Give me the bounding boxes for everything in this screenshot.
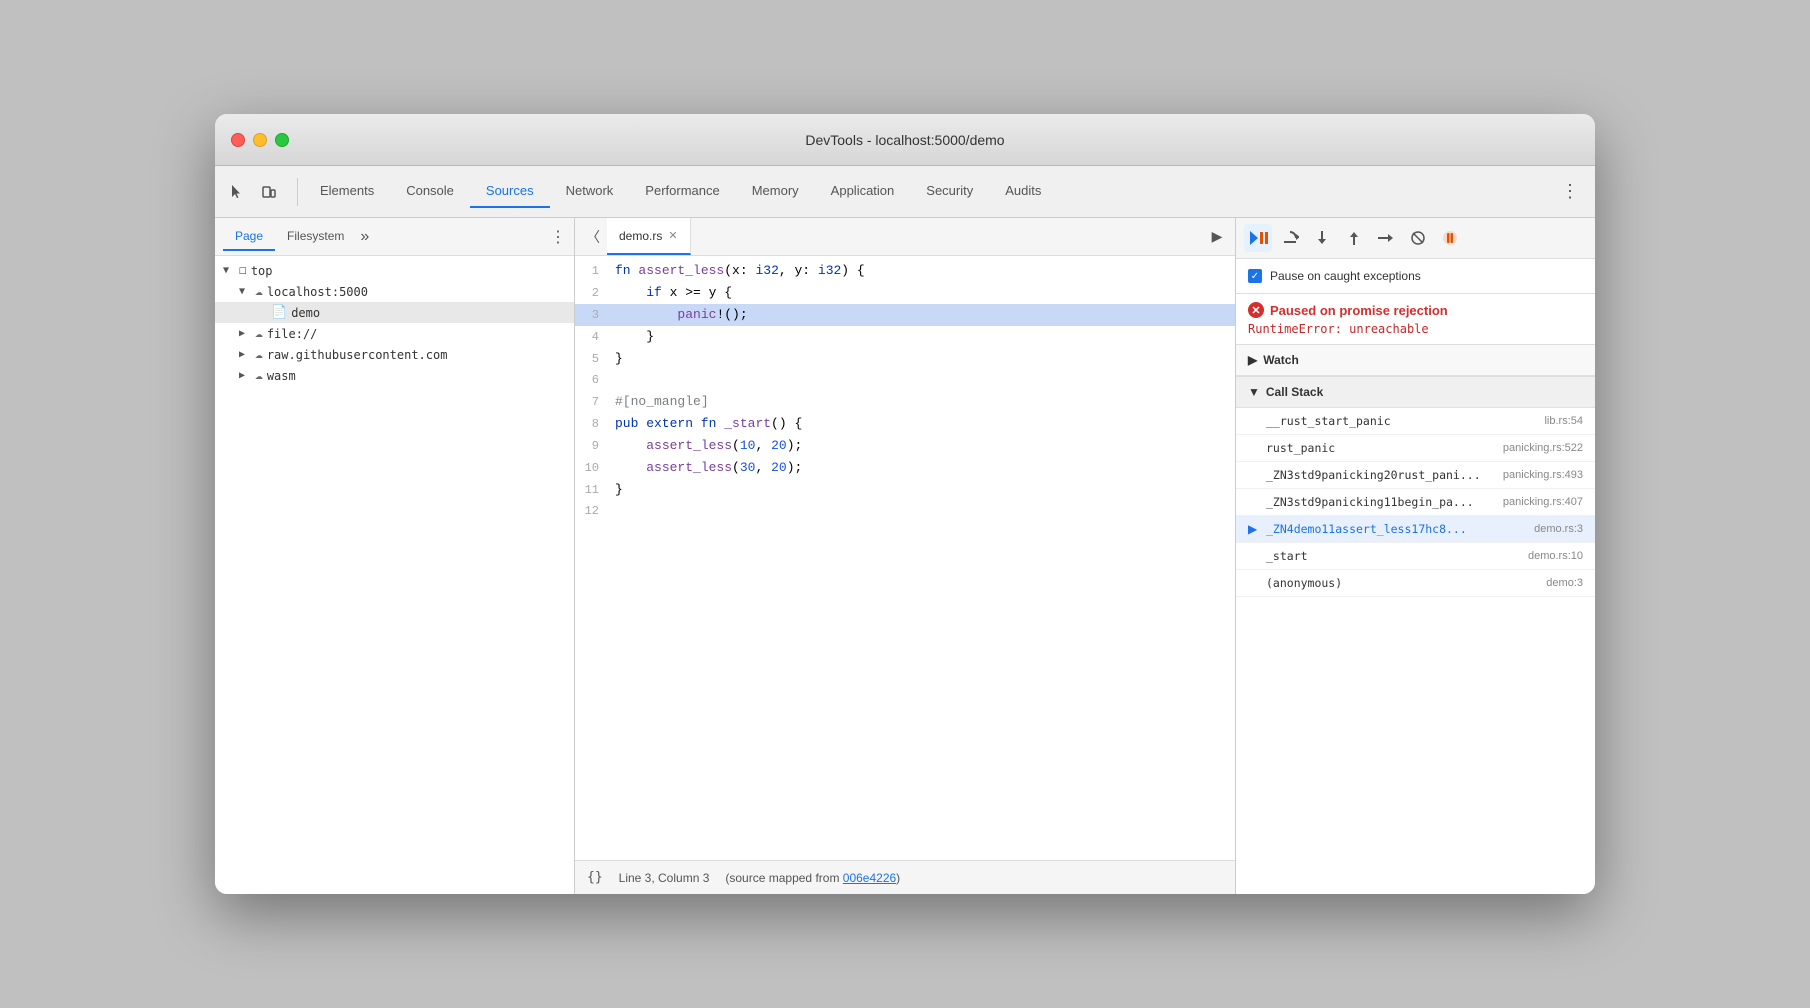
close-button[interactable] xyxy=(231,133,245,147)
traffic-lights xyxy=(231,133,289,147)
cursor-position: Line 3, Column 3 xyxy=(619,871,710,885)
debug-toolbar xyxy=(1236,218,1595,259)
panel-options[interactable]: ⋮ xyxy=(550,227,566,247)
tab-application[interactable]: Application xyxy=(815,175,911,208)
file-tree: ▼ ☐ top ▼ ☁ localhost:5000 📄 de xyxy=(215,256,574,894)
tree-item-demo[interactable]: 📄 demo xyxy=(215,302,574,323)
code-editor[interactable]: 1 fn assert_less(x: i32, y: i32) { 2 if … xyxy=(575,256,1235,860)
call-stack-list: __rust_start_panic lib.rs:54 rust_panic … xyxy=(1236,408,1595,894)
call-stack-section: ▼ Call Stack __rust_start_panic lib.rs:5… xyxy=(1236,377,1595,894)
maximize-button[interactable] xyxy=(275,133,289,147)
code-line-7: 7 #[no_mangle] xyxy=(575,391,1235,413)
code-line-5: 5 } xyxy=(575,348,1235,370)
tab-network[interactable]: Network xyxy=(550,175,630,208)
step-into-button[interactable] xyxy=(1308,224,1336,252)
tab-sources[interactable]: Sources xyxy=(470,175,550,208)
panel-tabs: Page Filesystem » ⋮ xyxy=(215,218,574,256)
code-line-9: 9 assert_less(10, 20); xyxy=(575,435,1235,457)
pause-caught-label: Pause on caught exceptions xyxy=(1270,269,1421,283)
code-line-6: 6 xyxy=(575,370,1235,390)
toolbar-icons xyxy=(223,178,283,206)
error-title-row: ✕ Paused on promise rejection xyxy=(1248,302,1583,318)
navigate-back-btn[interactable]: 〈 xyxy=(579,223,607,251)
code-line-1: 1 fn assert_less(x: i32, y: i32) { xyxy=(575,260,1235,282)
run-snippet-btn[interactable]: ▶ xyxy=(1203,223,1231,251)
source-mapped-label: (source mapped from 006e4226) xyxy=(725,871,900,885)
pause-on-exceptions-section: ✓ Pause on caught exceptions xyxy=(1236,259,1595,294)
call-stack-label: Call Stack xyxy=(1266,385,1323,399)
resume-button[interactable] xyxy=(1244,224,1272,252)
more-tabs-button[interactable]: ⋮ xyxy=(1553,181,1587,202)
call-stack-item-zn3std-panicking20[interactable]: _ZN3std9panicking20rust_pani... panickin… xyxy=(1236,462,1595,489)
editor-tab-filename: demo.rs xyxy=(619,229,662,243)
pause-caught-checkbox[interactable]: ✓ xyxy=(1248,269,1262,283)
deactivate-breakpoints-button[interactable] xyxy=(1404,224,1432,252)
call-stack-item-start[interactable]: _start demo.rs:10 xyxy=(1236,543,1595,570)
call-stack-item-zn4demo-assert-less[interactable]: ▶ _ZN4demo11assert_less17hc8... demo.rs:… xyxy=(1236,516,1595,543)
window-title: DevTools - localhost:5000/demo xyxy=(805,132,1004,148)
tab-security[interactable]: Security xyxy=(910,175,989,208)
editor-tab-demo-rs[interactable]: demo.rs ✕ xyxy=(607,218,691,255)
title-bar: DevTools - localhost:5000/demo xyxy=(215,114,1595,166)
right-panel: ✓ Pause on caught exceptions ✕ Paused on… xyxy=(1235,218,1595,894)
tab-elements[interactable]: Elements xyxy=(304,175,390,208)
tree-item-top[interactable]: ▼ ☐ top xyxy=(215,260,574,281)
step-button[interactable] xyxy=(1372,224,1400,252)
call-stack-header[interactable]: ▼ Call Stack xyxy=(1236,377,1595,408)
format-button[interactable]: {} xyxy=(587,870,603,885)
more-panel-tabs[interactable]: » xyxy=(360,228,369,246)
tab-console[interactable]: Console xyxy=(390,175,470,208)
step-over-button[interactable] xyxy=(1276,224,1304,252)
main-toolbar: Elements Console Sources Network Perform… xyxy=(215,166,1595,218)
cursor-icon[interactable] xyxy=(223,178,251,206)
call-stack-arrow: ▼ xyxy=(1248,385,1260,399)
pause-exceptions-button[interactable] xyxy=(1436,224,1464,252)
tab-memory[interactable]: Memory xyxy=(736,175,815,208)
device-toolbar-icon[interactable] xyxy=(255,178,283,206)
pause-exception-row: ✓ Pause on caught exceptions xyxy=(1248,269,1583,283)
error-icon: ✕ xyxy=(1248,302,1264,318)
devtools-window: DevTools - localhost:5000/demo Elements … xyxy=(215,114,1595,894)
main-area: Page Filesystem » ⋮ ▼ ☐ top ▼ ☁ localhos… xyxy=(215,218,1595,894)
minimize-button[interactable] xyxy=(253,133,267,147)
source-map-link[interactable]: 006e4226 xyxy=(843,871,896,885)
center-panel: 〈 demo.rs ✕ ▶ 1 fn assert_less(x: i32, y… xyxy=(575,218,1235,894)
code-line-8: 8 pub extern fn _start() { xyxy=(575,413,1235,435)
watch-section: ▶ Watch xyxy=(1236,345,1595,377)
tree-item-file[interactable]: ▶ ☁ file:// xyxy=(215,323,574,344)
code-line-3: 3 panic!(); xyxy=(575,304,1235,326)
step-out-button[interactable] xyxy=(1340,224,1368,252)
main-nav-tabs: Elements Console Sources Network Perform… xyxy=(304,175,1553,208)
tree-item-wasm[interactable]: ▶ ☁ wasm xyxy=(215,365,574,386)
tree-item-localhost[interactable]: ▼ ☁ localhost:5000 xyxy=(215,281,574,302)
call-stack-item-anonymous[interactable]: (anonymous) demo:3 xyxy=(1236,570,1595,597)
tab-filesystem[interactable]: Filesystem xyxy=(275,223,356,251)
editor-tabs: 〈 demo.rs ✕ ▶ xyxy=(575,218,1235,256)
call-stack-item-rust-panic[interactable]: rust_panic panicking.rs:522 xyxy=(1236,435,1595,462)
editor-status-bar: {} Line 3, Column 3 (source mapped from … xyxy=(575,860,1235,894)
call-stack-item-rust-start-panic[interactable]: __rust_start_panic lib.rs:54 xyxy=(1236,408,1595,435)
code-line-12: 12 xyxy=(575,501,1235,521)
watch-label: Watch xyxy=(1263,353,1299,367)
code-line-4: 4 } xyxy=(575,326,1235,348)
error-message: RuntimeError: unreachable xyxy=(1248,318,1583,336)
error-banner-section: ✕ Paused on promise rejection RuntimeErr… xyxy=(1236,294,1595,345)
code-line-2: 2 if x >= y { xyxy=(575,282,1235,304)
error-title: Paused on promise rejection xyxy=(1270,303,1448,318)
code-line-11: 11 } xyxy=(575,479,1235,501)
call-stack-item-zn3std-panicking11[interactable]: _ZN3std9panicking11begin_pa... panicking… xyxy=(1236,489,1595,516)
code-line-10: 10 assert_less(30, 20); xyxy=(575,457,1235,479)
tree-item-raw-github[interactable]: ▶ ☁ raw.githubusercontent.com xyxy=(215,344,574,365)
left-panel: Page Filesystem » ⋮ ▼ ☐ top ▼ ☁ localhos… xyxy=(215,218,575,894)
tab-performance[interactable]: Performance xyxy=(629,175,735,208)
toolbar-divider xyxy=(297,178,298,206)
editor-tab-close[interactable]: ✕ xyxy=(668,229,677,242)
watch-header[interactable]: ▶ Watch xyxy=(1236,345,1595,376)
tab-page[interactable]: Page xyxy=(223,223,275,251)
tab-audits[interactable]: Audits xyxy=(989,175,1057,208)
watch-arrow: ▶ xyxy=(1248,353,1257,367)
pause-exceptions: ✓ Pause on caught exceptions xyxy=(1236,259,1595,293)
